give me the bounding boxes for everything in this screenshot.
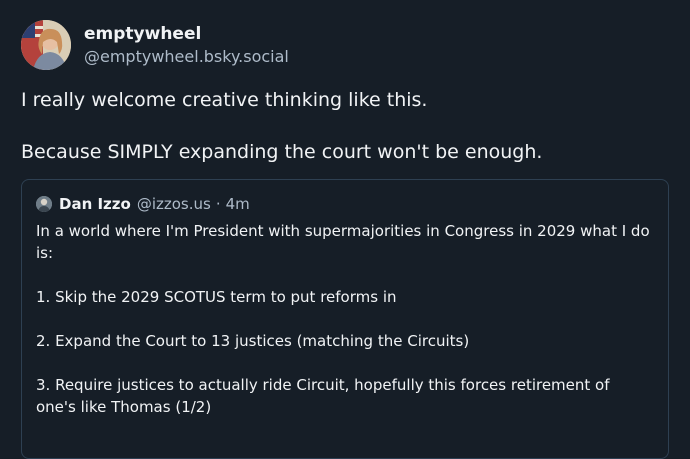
quote-author-handle[interactable]: @izzos.us bbox=[137, 195, 211, 213]
author-display-name[interactable]: emptywheel bbox=[84, 23, 289, 45]
post-header: emptywheel @emptywheel.bsky.social bbox=[21, 20, 289, 70]
quote-author-avatar[interactable] bbox=[36, 196, 52, 212]
quote-separator: · bbox=[215, 195, 221, 213]
post-paragraph: Because SIMPLY expanding the court won't… bbox=[21, 141, 543, 163]
quote-paragraph: 2. Expand the Court to 13 justices (matc… bbox=[36, 332, 470, 350]
post-text: I really welcome creative thinking like … bbox=[21, 85, 671, 167]
quote-header: Dan Izzo @izzos.us · 4m bbox=[36, 192, 654, 216]
post-paragraph: I really welcome creative thinking like … bbox=[21, 89, 428, 111]
author-avatar[interactable] bbox=[21, 20, 71, 70]
post: emptywheel @emptywheel.bsky.social I rea… bbox=[0, 0, 690, 459]
quote-author-display-name[interactable]: Dan Izzo bbox=[59, 195, 131, 213]
author-block: emptywheel @emptywheel.bsky.social bbox=[84, 23, 289, 68]
quote-timestamp[interactable]: 4m bbox=[226, 195, 250, 213]
quote-paragraph: In a world where I'm President with supe… bbox=[36, 222, 650, 262]
profile-photo-icon bbox=[21, 20, 71, 70]
quoted-post-card[interactable]: Dan Izzo @izzos.us · 4m In a world where… bbox=[21, 179, 669, 459]
quote-paragraph: 1. Skip the 2029 SCOTUS term to put refo… bbox=[36, 288, 397, 306]
quote-body: In a world where I'm President with supe… bbox=[36, 220, 654, 418]
quote-paragraph: 3. Require justices to actually ride Cir… bbox=[36, 376, 610, 416]
author-handle[interactable]: @emptywheel.bsky.social bbox=[84, 46, 289, 68]
profile-photo-icon bbox=[36, 196, 52, 212]
